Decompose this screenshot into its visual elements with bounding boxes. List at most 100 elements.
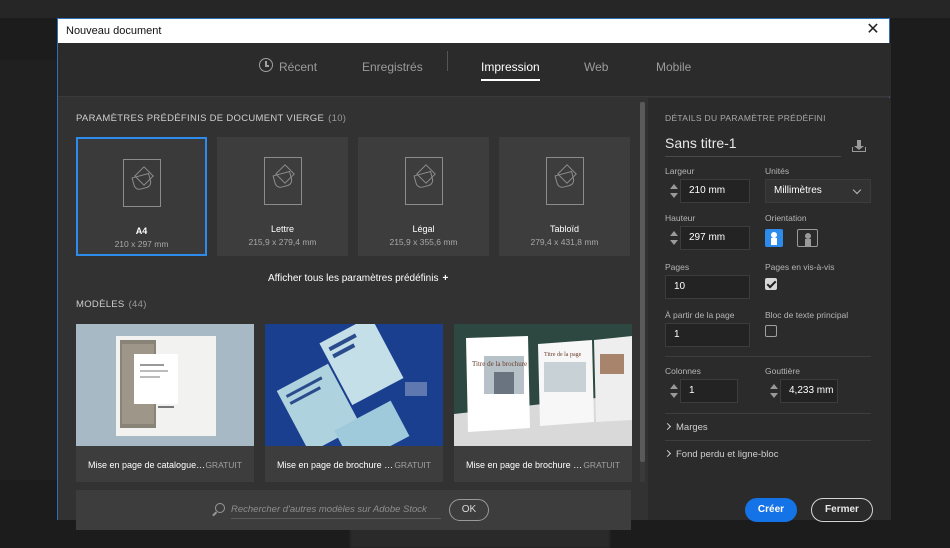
search-icon (215, 503, 225, 513)
blank-document-icon (404, 157, 443, 205)
bleed-slug-expander[interactable]: Fond perdu et ligne-bloc (663, 449, 779, 460)
preset-card-a4[interactable]: A4 210 x 297 mm (76, 137, 207, 256)
preset-card-tabloid[interactable]: Tabloïd 279,4 x 431,8 mm (499, 137, 630, 256)
show-all-presets-link[interactable]: Afficher tous les paramètres prédéfinis + (268, 273, 448, 284)
stock-search-bar: OK (76, 490, 631, 530)
presets-count: (10) (328, 113, 347, 124)
portrait-orientation-icon[interactable] (765, 229, 783, 247)
template-card-catalogue[interactable]: Mise en page de catalogue c... GRATUIT (76, 324, 254, 482)
preset-dims: 279,4 x 431,8 mm (530, 237, 599, 247)
preset-dims: 215,9 x 279,4 mm (248, 237, 317, 247)
divider (665, 413, 871, 414)
tab-recent[interactable]: Récent (279, 60, 317, 74)
clock-icon (259, 58, 273, 72)
template-caption: Mise en page de catalogue c... (88, 460, 206, 470)
presets-panel: PARAMÈTRES PRÉDÉFINIS DE DOCUMENT VIERGE… (58, 98, 648, 530)
pages-field[interactable]: 10 (665, 275, 750, 299)
gutter-stepper[interactable] (768, 379, 780, 403)
preset-details-panel: DÉTAILS DU PARAMÈTRE PRÉDÉFINI Sans titr… (648, 98, 891, 522)
templates-heading: MODÈLES (44) (76, 299, 147, 310)
landscape-orientation-icon[interactable] (797, 229, 818, 247)
brochure-title-thumb-text: Titre de la brochure (472, 360, 527, 368)
tab-divider (447, 51, 448, 71)
chevron-right-icon (663, 422, 672, 431)
height-stepper[interactable] (668, 226, 680, 250)
dialog-title: Nouveau document (66, 25, 162, 37)
divider (665, 440, 871, 441)
app-background-panel (0, 60, 58, 480)
preset-card-legal[interactable]: Légal 215,9 x 355,6 mm (358, 137, 489, 256)
template-thumbnail (76, 324, 254, 446)
margins-expander[interactable]: Marges (663, 422, 708, 433)
gutter-label: Gouttière (765, 366, 800, 376)
templates-heading-text: MODÈLES (76, 299, 125, 310)
details-heading: DÉTAILS DU PARAMÈTRE PRÉDÉFINI (665, 113, 826, 123)
start-page-field[interactable]: 1 (665, 323, 750, 347)
divider (665, 356, 871, 357)
bleed-slug-label: Fond perdu et ligne-bloc (676, 449, 779, 460)
chevron-right-icon (663, 449, 672, 458)
preset-name: A4 (135, 226, 148, 236)
primary-text-frame-label: Bloc de texte principal (765, 310, 849, 320)
close-button[interactable]: Fermer (811, 498, 873, 522)
template-thumbnail: Titre de la brochure Titre de la page (454, 324, 632, 446)
units-select[interactable]: Millimètres (765, 179, 871, 203)
presets-heading-text: PARAMÈTRES PRÉDÉFINIS DE DOCUMENT VIERGE (76, 113, 325, 124)
plus-icon: + (442, 273, 449, 284)
columns-stepper[interactable] (668, 379, 680, 403)
template-card-brochure-blue[interactable]: Mise en page de brochure de... GRATUIT (265, 324, 443, 482)
presets-scrollbar[interactable] (640, 102, 645, 482)
stock-search-input[interactable] (231, 501, 441, 519)
templates-count: (44) (128, 299, 147, 310)
show-all-label: Afficher tous les paramètres prédéfinis (268, 273, 439, 284)
gutter-field[interactable]: 4,233 mm (780, 379, 838, 403)
tab-print[interactable]: Impression (481, 60, 540, 81)
chevron-down-icon (852, 185, 862, 195)
preset-dims: 210 x 297 mm (114, 239, 169, 249)
template-price: GRATUIT (205, 460, 242, 470)
preset-name: Lettre (270, 224, 294, 234)
scrollbar-thumb[interactable] (640, 102, 645, 462)
template-caption: Mise en page de brochure pa... (466, 460, 584, 470)
height-label: Hauteur (665, 213, 696, 223)
save-arrow (854, 140, 864, 150)
close-icon[interactable]: ✕ (863, 20, 883, 40)
tab-mobile[interactable]: Mobile (656, 60, 691, 74)
tab-bar-right: Mobile (648, 43, 891, 97)
preset-card-letter[interactable]: Lettre 215,9 x 279,4 mm (217, 137, 348, 256)
tab-web[interactable]: Web (584, 60, 608, 74)
facing-pages-checkbox[interactable] (765, 278, 777, 290)
document-name-field[interactable]: Sans titre-1 (665, 135, 841, 157)
new-document-dialog: Nouveau document ✕ Récent Enregistrés Im… (57, 18, 891, 530)
preset-dims: 215,9 x 355,6 mm (389, 237, 458, 247)
columns-field[interactable]: 1 (680, 379, 738, 403)
template-caption: Mise en page de brochure de... (277, 460, 395, 470)
create-button[interactable]: Créer (745, 498, 797, 522)
dialog-titlebar: Nouveau document ✕ (58, 19, 889, 43)
blank-document-icon (122, 159, 161, 207)
units-label: Unités (765, 166, 790, 176)
template-card-brochure-marble[interactable]: Titre de la brochure Titre de la page Mi… (454, 324, 632, 482)
tab-saved[interactable]: Enregistrés (362, 60, 423, 74)
primary-text-frame-checkbox[interactable] (765, 325, 777, 337)
start-page-label: À partir de la page (665, 310, 735, 320)
preset-name: Tabloïd (549, 224, 580, 234)
width-label: Largeur (665, 166, 695, 176)
presets-heading: PARAMÈTRES PRÉDÉFINIS DE DOCUMENT VIERGE… (76, 113, 346, 124)
facing-pages-label: Pages en vis-à-vis (765, 262, 835, 272)
pages-label: Pages (665, 262, 690, 272)
width-stepper[interactable] (668, 179, 680, 203)
blank-document-icon (545, 157, 584, 205)
margins-label: Marges (676, 422, 708, 433)
width-field[interactable]: 210 mm (680, 179, 750, 203)
height-field[interactable]: 297 mm (680, 226, 750, 250)
orientation-label: Orientation (765, 213, 807, 223)
columns-label: Colonnes (665, 366, 701, 376)
save-tray (852, 147, 866, 152)
units-value: Millimètres (774, 185, 822, 196)
preset-name: Légal (412, 224, 435, 234)
save-preset-icon[interactable] (852, 140, 866, 152)
search-ok-button[interactable]: OK (449, 499, 489, 521)
template-price: GRATUIT (394, 460, 431, 470)
tab-bar: Récent Enregistrés Impression Web (58, 43, 648, 97)
